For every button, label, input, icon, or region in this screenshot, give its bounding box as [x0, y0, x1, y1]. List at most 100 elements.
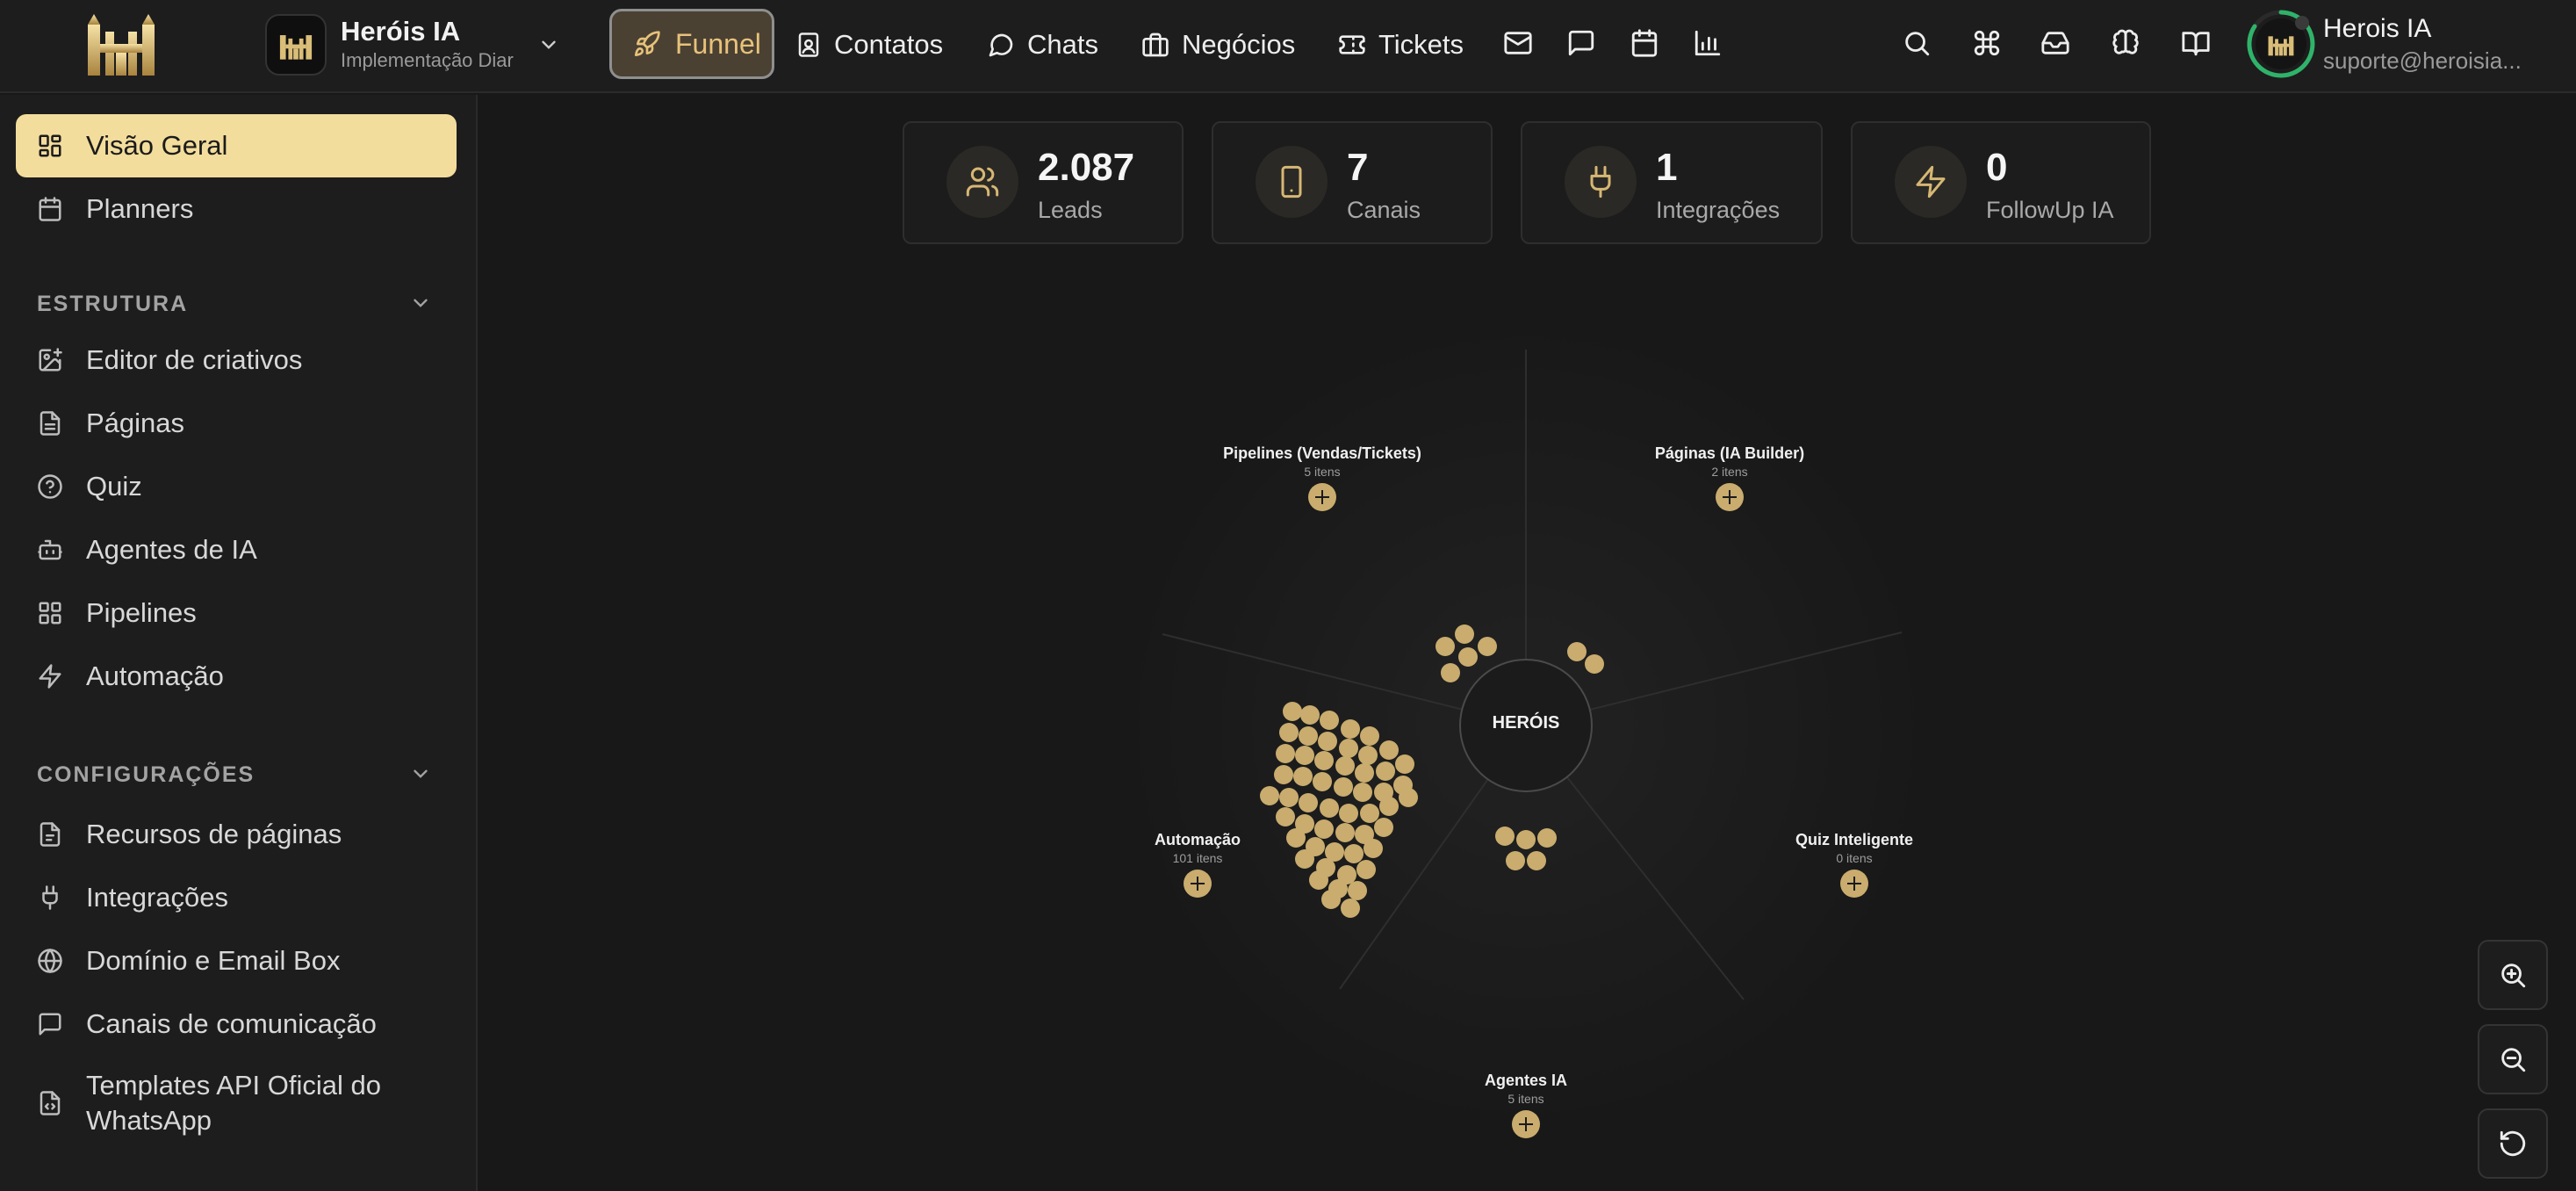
- automation-item-dot: [1399, 788, 1418, 807]
- node-pipelines[interactable]: Pipelines (Vendas/Tickets) 5 itens: [1223, 444, 1421, 479]
- automation-item-dot: [1274, 765, 1293, 784]
- message-square-icon[interactable]: [1566, 28, 1596, 58]
- sidebar-item-quiz[interactable]: Quiz: [16, 455, 457, 518]
- bar-chart-icon[interactable]: [1693, 28, 1723, 58]
- automation-item-dot: [1374, 818, 1393, 837]
- book-open-icon[interactable]: [2181, 28, 2211, 58]
- automation-item-dot: [1314, 751, 1334, 770]
- automation-item-dot: [1279, 723, 1299, 742]
- sidebar-item-pages[interactable]: Páginas: [16, 392, 457, 455]
- automation-item-dot: [1364, 839, 1383, 858]
- add-quiz-button[interactable]: [1840, 870, 1868, 898]
- sidebar-item-automation[interactable]: Automação: [16, 645, 457, 708]
- user-menu[interactable]: Herois IA suporte@heroisia...: [2246, 9, 2562, 83]
- node-quiz[interactable]: Quiz Inteligente 0 itens: [1795, 831, 1913, 865]
- graph-canvas: [1113, 313, 1939, 1138]
- node-pages[interactable]: Páginas (IA Builder) 2 itens: [1655, 444, 1804, 479]
- chevron-down-icon[interactable]: [409, 292, 432, 314]
- sidebar-item-label: Canais de comunicação: [86, 1008, 377, 1039]
- node-title: Automação: [1154, 831, 1241, 848]
- sidebar-item-overview[interactable]: Visão Geral: [16, 114, 457, 177]
- chevron-down-icon: [542, 40, 556, 49]
- sidebar-item-channels[interactable]: Canais de comunicação: [16, 992, 457, 1056]
- automation-item-dot: [1339, 804, 1358, 823]
- briefcase-icon: [1142, 32, 1169, 57]
- sidebar-item-planners[interactable]: Planners: [16, 177, 457, 241]
- rotate-ccw-icon: [2500, 1130, 2526, 1157]
- sidebar-item-domain-email[interactable]: Domínio e Email Box: [16, 929, 457, 992]
- automation-item-dot: [1339, 739, 1358, 758]
- rocket-icon: [635, 31, 660, 56]
- workspace-switcher[interactable]: Heróis IA Implementação Diar: [265, 14, 572, 77]
- automation-item-dot: [1379, 740, 1399, 760]
- automation-item-dot: [1293, 767, 1313, 786]
- sidebar-item-ai-agents[interactable]: Agentes de IA: [16, 518, 457, 581]
- command-icon[interactable]: [1972, 28, 2002, 58]
- add-page-button[interactable]: [1716, 483, 1744, 511]
- sidebar-item-label: Quiz: [86, 471, 142, 502]
- search-icon[interactable]: [1902, 28, 1932, 58]
- brain-icon[interactable]: [2111, 28, 2141, 58]
- tab-chats[interactable]: Chats: [987, 23, 1098, 67]
- automation-item-dot: [1344, 844, 1364, 863]
- tab-deals[interactable]: Negócios: [1141, 23, 1295, 67]
- avatar: [2247, 10, 2315, 78]
- node-title: Pipelines (Vendas/Tickets): [1223, 444, 1421, 462]
- automation-item-dot: [1295, 746, 1314, 765]
- automation-item-dot: [1358, 746, 1378, 765]
- sidebar-item-pipelines[interactable]: Pipelines: [16, 581, 457, 645]
- ecosystem-graph[interactable]: HERÓIS Pipelines (Vendas/Tickets) 5 iten…: [479, 95, 2576, 1191]
- sidebar-item-label: Domínio e Email Box: [86, 945, 341, 976]
- file-code-icon: [40, 1091, 61, 1115]
- tab-contacts-label: Contatos: [834, 29, 944, 60]
- contact-card-icon: [798, 32, 819, 57]
- automation-item-dot: [1348, 881, 1367, 900]
- node-title: Páginas (IA Builder): [1654, 444, 1805, 462]
- automation-item-dot: [1283, 702, 1302, 721]
- node-count: 0 itens: [1836, 851, 1873, 865]
- automation-item-dot: [1276, 744, 1295, 763]
- sidebar-item-label: Automação: [86, 660, 224, 691]
- automation-item-dot: [1320, 798, 1339, 818]
- message-circle-icon: [989, 33, 1013, 57]
- section-structure-header: ESTRUTURA: [37, 292, 189, 316]
- calendar-icon[interactable]: [1630, 28, 1659, 58]
- node-count: 5 itens: [1507, 1092, 1544, 1106]
- automation-item-dot: [1260, 786, 1279, 805]
- tab-contacts[interactable]: Contatos: [795, 23, 943, 67]
- grid-icon: [39, 134, 61, 157]
- sidebar-item-creative-editor[interactable]: Editor de criativos: [16, 328, 457, 392]
- add-pipeline-button[interactable]: [1308, 483, 1336, 511]
- brand-logo[interactable]: [84, 12, 158, 77]
- automation-item-dot: [1320, 711, 1339, 730]
- file-icon: [40, 411, 61, 436]
- globe-icon: [38, 949, 62, 973]
- automation-item-dot: [1279, 788, 1299, 807]
- ticket-icon: [1339, 35, 1365, 54]
- message-square-icon: [39, 1013, 61, 1036]
- tab-tickets[interactable]: Tickets: [1338, 23, 1464, 67]
- chevron-down-icon[interactable]: [409, 762, 432, 785]
- workspace-title: Heróis IA: [341, 16, 461, 47]
- sidebar-item-integrations[interactable]: Integrações: [16, 866, 457, 929]
- sidebar-item-page-resources[interactable]: Recursos de páginas: [16, 803, 457, 866]
- sidebar-item-whatsapp-templates[interactable]: Templates API Oficial do WhatsApp: [16, 1061, 457, 1145]
- zoom-out-button[interactable]: [2478, 1024, 2548, 1094]
- bot-icon: [38, 539, 62, 560]
- add-automation-button[interactable]: [1184, 870, 1212, 898]
- user-email: suporte@heroisia...: [2323, 47, 2522, 74]
- sidebar-item-label: Recursos de páginas: [86, 819, 342, 849]
- reset-view-button[interactable]: [2478, 1108, 2548, 1179]
- tab-funnel[interactable]: Funnel: [609, 9, 774, 79]
- automation-item-dot: [1334, 777, 1353, 797]
- automation-item-dot: [1355, 763, 1374, 783]
- mail-icon[interactable]: [1503, 28, 1533, 58]
- node-agents[interactable]: Agentes IA 5 itens: [1485, 1072, 1567, 1106]
- top-bar: Heróis IA Implementação Diar Funnel Cont…: [0, 0, 2576, 93]
- inbox-icon[interactable]: [2040, 28, 2070, 58]
- calendar-icon: [39, 197, 61, 221]
- automation-item-dot: [1299, 793, 1318, 812]
- node-automation[interactable]: Automação 101 itens: [1155, 831, 1241, 865]
- add-agent-button[interactable]: [1512, 1110, 1540, 1138]
- zoom-in-button[interactable]: [2478, 940, 2548, 1010]
